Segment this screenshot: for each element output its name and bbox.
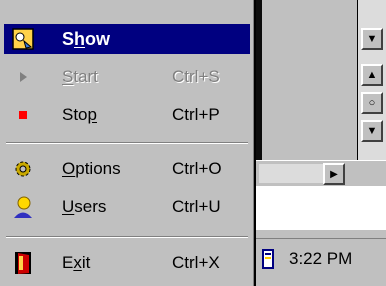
menu-item-stop[interactable]: Stop Ctrl+P [4,100,250,130]
stop-square-icon [10,102,36,128]
system-tray: 3:22 PM [254,238,386,278]
menu-item-label: Options [62,159,121,178]
scroll-track[interactable] [259,164,323,183]
menu-item-users[interactable]: Users Ctrl+U [4,192,250,222]
scroll-down-icon[interactable]: ▼ [361,28,383,50]
menu-item-label: Show [62,28,111,49]
server-tray-icon[interactable] [259,248,277,270]
vertical-scrollbar[interactable]: ▼ ▲ ○ ▼ [357,0,386,160]
menu-item-label: Start [62,67,98,86]
user-icon [10,194,36,220]
window-pane [262,0,357,160]
clock[interactable]: 3:22 PM [289,249,352,269]
gear-icon [10,156,36,182]
menu-item-shortcut: Ctrl+X [172,253,220,272]
menu-item-options[interactable]: Options Ctrl+O [4,154,250,184]
context-menu: Show Start Ctrl+S Stop Ctrl+P Options Ct… [0,0,256,286]
circle-icon[interactable]: ○ [361,92,383,114]
menu-separator [6,236,248,238]
up-icon[interactable]: ▲ [361,64,383,86]
window-content [255,186,386,228]
exit-door-icon [10,250,36,276]
menu-item-shortcut: Ctrl+P [172,105,220,124]
menu-item-show[interactable]: Show [4,24,250,54]
menu-item-shortcut: Ctrl+S [172,67,220,86]
play-arrow-icon [10,64,36,90]
menu-item-label: Users [62,197,107,216]
down-icon[interactable]: ▼ [361,120,383,142]
scroll-right-icon[interactable]: ▶ [323,163,345,185]
menu-item-exit[interactable]: Exit Ctrl+X [4,248,250,278]
menu-separator [6,142,248,144]
menu-item-label: Stop [62,105,97,124]
horizontal-scrollbar[interactable]: ▶ [255,160,386,186]
menu-item-start[interactable]: Start Ctrl+S [4,62,250,92]
show-icon [10,26,36,52]
menu-item-label: Exit [62,253,91,272]
menu-item-shortcut: Ctrl+O [172,159,222,178]
menu-item-shortcut: Ctrl+U [172,197,221,216]
